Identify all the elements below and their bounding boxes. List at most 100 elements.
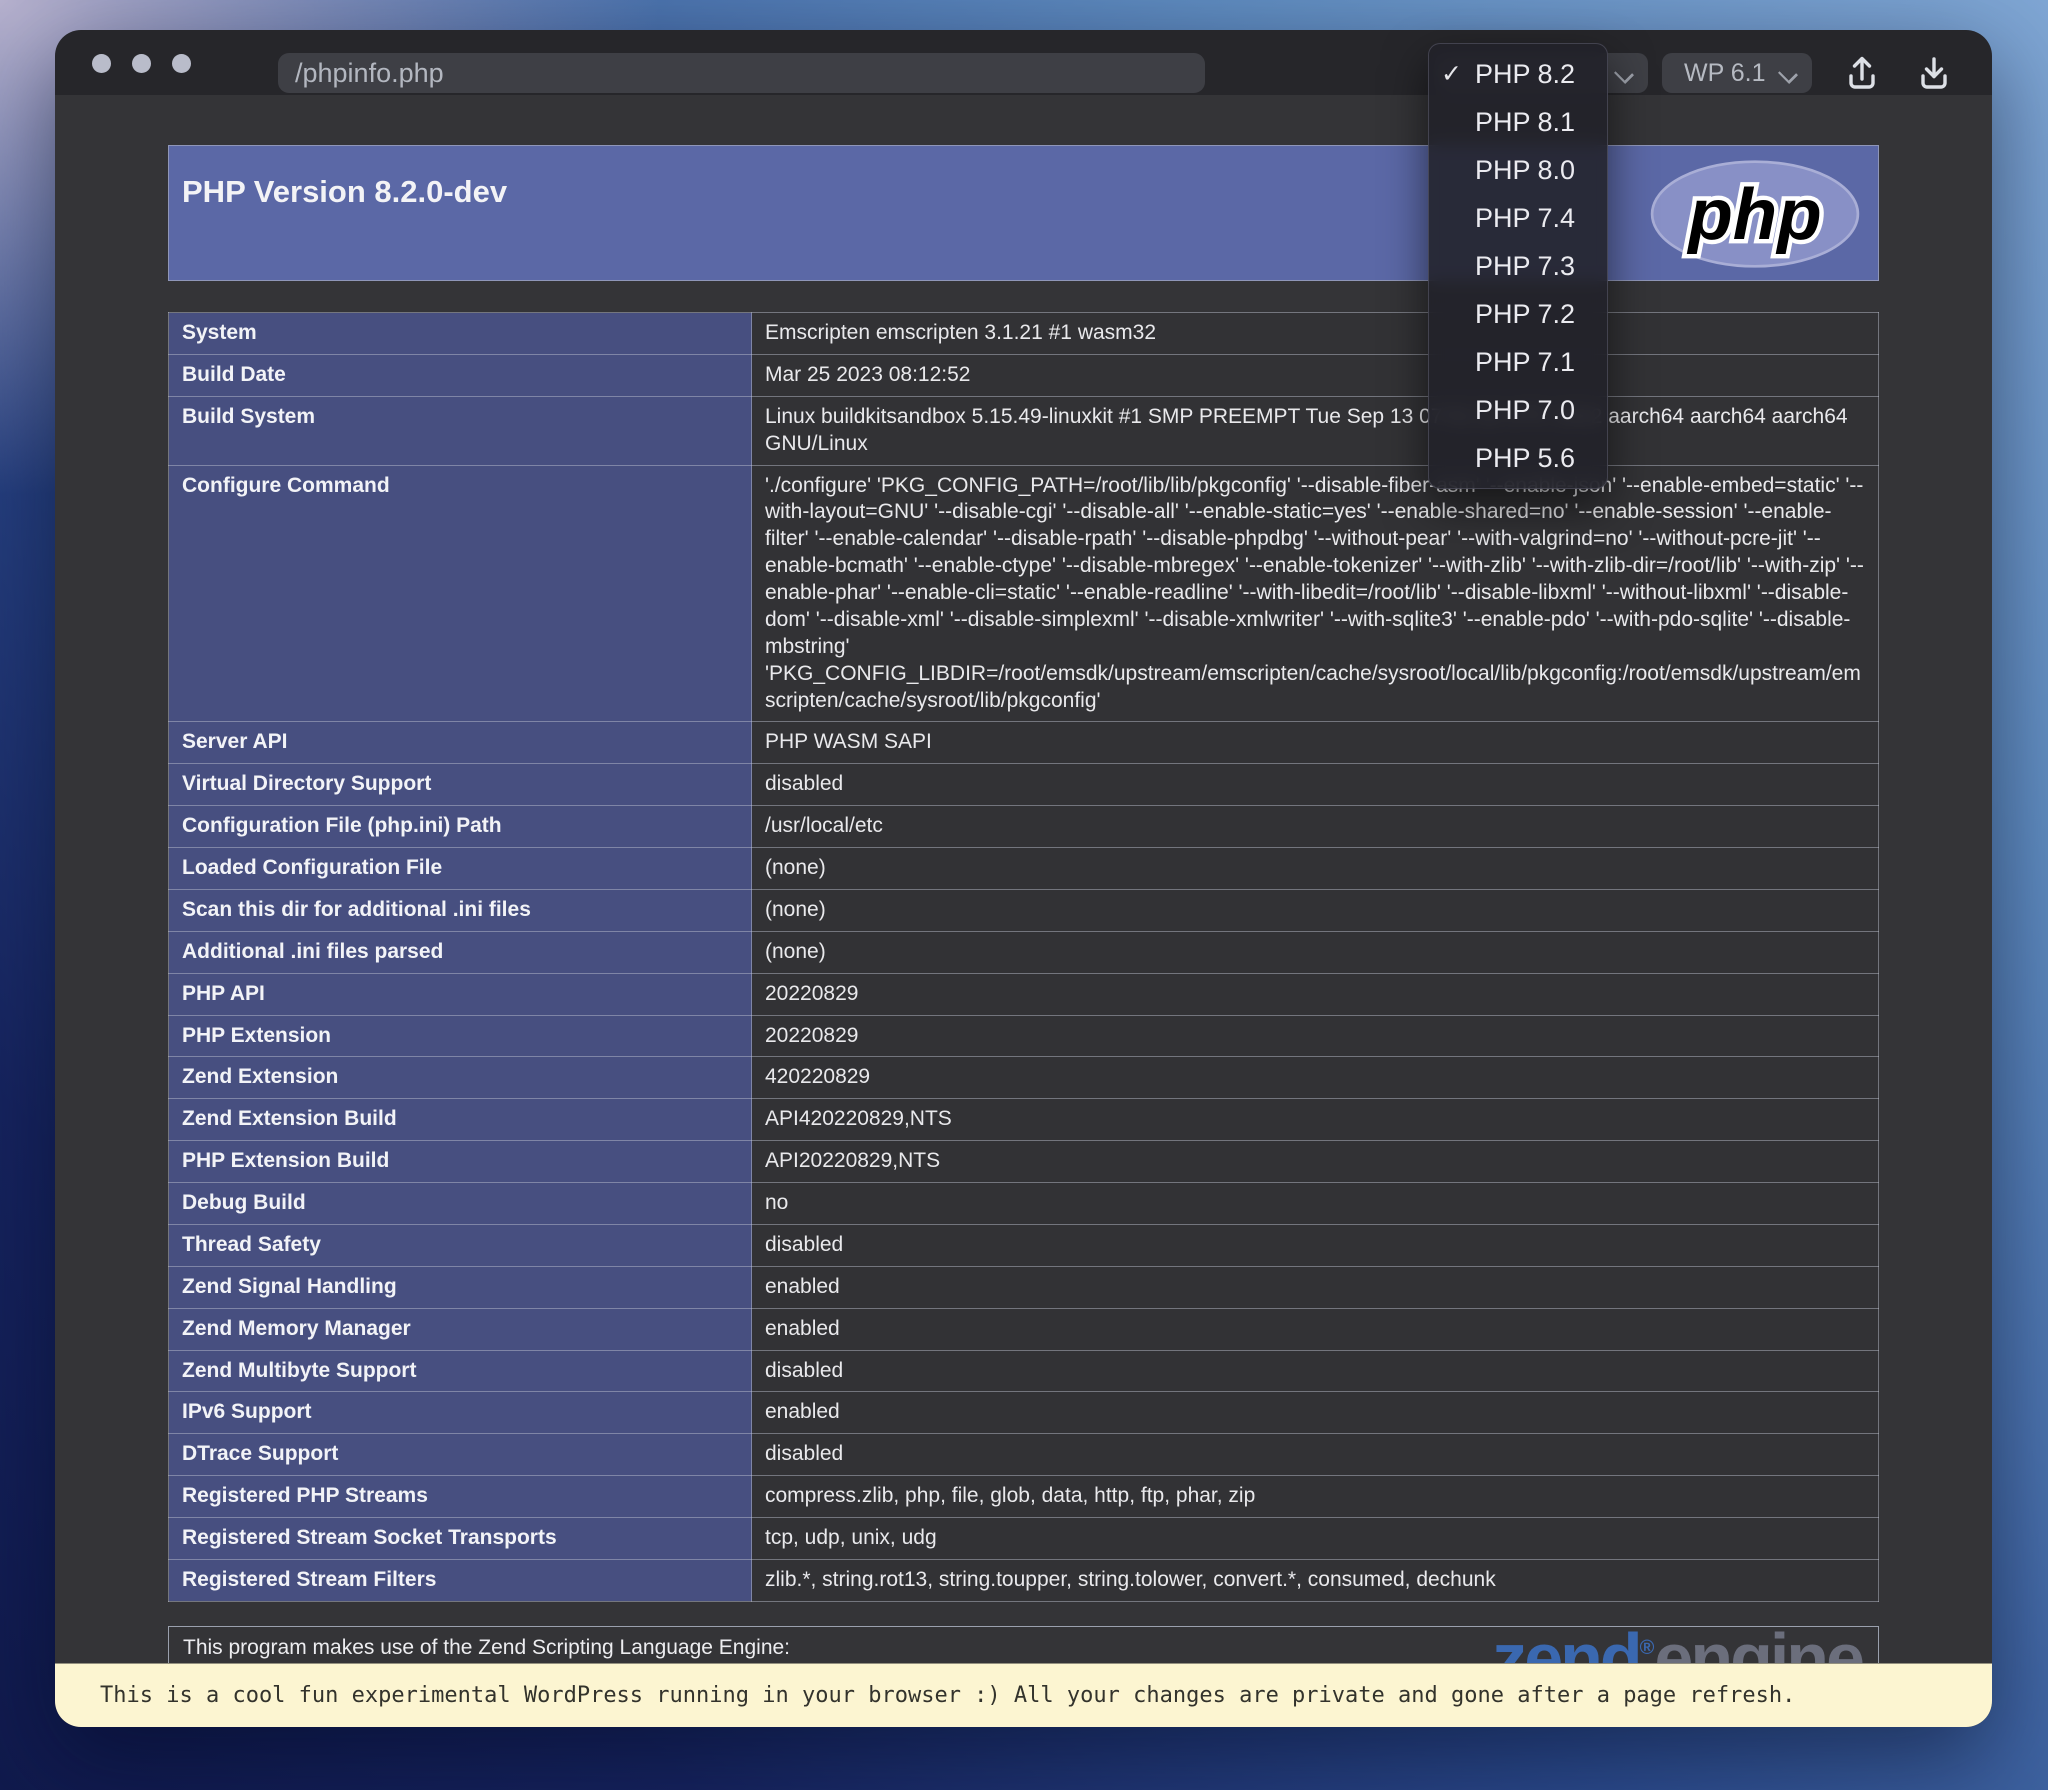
menu-item-label: PHP 5.6: [1475, 443, 1576, 473]
info-label: Configure Command: [168, 464, 752, 723]
table-row: Build Date Mar 25 2023 08:12:52: [168, 353, 1879, 397]
phpinfo-table: System Emscripten emscripten 3.1.21 #1 w…: [168, 312, 1879, 1602]
info-value: API20220829,NTS: [751, 1140, 1879, 1183]
menu-item-label: PHP 7.3: [1475, 251, 1576, 281]
table-row: PHP Extension Build API20220829,NTS: [168, 1140, 1879, 1183]
table-row: Configuration File (php.ini) Path /usr/l…: [168, 805, 1879, 848]
notice-text: This is a cool fun experimental WordPres…: [100, 1683, 1796, 1708]
phpinfo-page: PHP Version 8.2.0-dev php System Emscrip…: [55, 95, 1992, 1721]
zend-logo-registered: ®: [1639, 1636, 1655, 1659]
php-version-menu-item[interactable]: PHP 8.1: [1429, 98, 1607, 146]
table-row: Loaded Configuration File (none): [168, 847, 1879, 890]
menu-item-label: PHP 7.1: [1475, 347, 1576, 377]
php-version-menu-item[interactable]: ✓ PHP 8.2: [1429, 50, 1607, 98]
php-version-menu-item[interactable]: PHP 8.0: [1429, 146, 1607, 194]
download-button[interactable]: [1910, 50, 1958, 96]
table-row: Registered PHP Streams compress.zlib, ph…: [168, 1475, 1879, 1518]
table-row: Thread Safety disabled: [168, 1223, 1879, 1267]
table-row: PHP API 20220829: [168, 972, 1879, 1016]
info-label: System: [168, 312, 752, 355]
table-row: Zend Extension Build API420220829,NTS: [168, 1098, 1879, 1142]
menu-item-label: PHP 8.2: [1475, 59, 1576, 89]
info-label: IPv6 Support: [168, 1391, 752, 1435]
info-label: Zend Extension Build: [168, 1098, 752, 1142]
info-label: Registered Stream Socket Transports: [168, 1517, 752, 1560]
window-minimize-button[interactable]: [132, 54, 151, 73]
table-row: Zend Signal Handling enabled: [168, 1265, 1879, 1309]
info-label: Additional .ini files parsed: [168, 930, 752, 974]
upload-icon: [1849, 56, 1875, 89]
svg-text:php: php: [1686, 174, 1821, 255]
info-value: PHP WASM SAPI: [751, 721, 1879, 765]
desktop-background: /phpinfo.php WP 6.1 PHP Version 8.2.0-de…: [0, 0, 2048, 1790]
wp-version-label: WP 6.1: [1684, 59, 1766, 87]
info-value: 20220829: [751, 1014, 1879, 1058]
info-value: no: [751, 1182, 1879, 1225]
menu-item-label: PHP 7.0: [1475, 395, 1576, 425]
info-label: PHP Extension Build: [168, 1140, 752, 1183]
experimental-notice-banner: This is a cool fun experimental WordPres…: [55, 1663, 1992, 1727]
table-row: Configure Command './configure' 'PKG_CON…: [168, 464, 1879, 723]
info-label: Zend Extension: [168, 1056, 752, 1100]
info-value: Linux buildkitsandbox 5.15.49-linuxkit #…: [751, 395, 1879, 466]
info-value: Mar 25 2023 08:12:52: [751, 353, 1879, 397]
traffic-light-buttons: [92, 54, 191, 73]
info-value: enabled: [751, 1265, 1879, 1309]
php-version-menu-item[interactable]: PHP 7.1: [1429, 338, 1607, 386]
php-version-menu-item[interactable]: PHP 5.6: [1429, 434, 1607, 482]
upload-button[interactable]: [1838, 50, 1886, 96]
info-value: disabled: [751, 763, 1879, 807]
table-row: Scan this dir for additional .ini files …: [168, 888, 1879, 932]
wp-version-select[interactable]: WP 6.1: [1662, 53, 1812, 93]
info-label: DTrace Support: [168, 1433, 752, 1477]
info-label: Zend Multibyte Support: [168, 1349, 752, 1393]
table-row: Registered Stream Filters zlib.*, string…: [168, 1558, 1879, 1602]
php-version-menu-item[interactable]: PHP 7.0: [1429, 386, 1607, 434]
info-value: disabled: [751, 1223, 1879, 1267]
php-version-menu-item[interactable]: PHP 7.4: [1429, 194, 1607, 242]
info-value: tcp, udp, unix, udg: [751, 1517, 1879, 1560]
table-row: Build System Linux buildkitsandbox 5.15.…: [168, 395, 1879, 466]
checkmark-icon: ✓: [1441, 60, 1462, 88]
info-value: disabled: [751, 1433, 1879, 1477]
chevron-down-icon: [1613, 63, 1635, 85]
phpinfo-header: PHP Version 8.2.0-dev php: [168, 145, 1879, 281]
php-logo: php: [1650, 160, 1860, 268]
browser-toolbar: /phpinfo.php WP 6.1: [55, 30, 1992, 95]
info-label: Build System: [168, 395, 752, 466]
table-row: Virtual Directory Support disabled: [168, 763, 1879, 807]
info-label: Zend Memory Manager: [168, 1307, 752, 1351]
table-row: DTrace Support disabled: [168, 1433, 1879, 1477]
info-value: (none): [751, 888, 1879, 932]
php-version-menu: ✓ PHP 8.2 PHP 8.1 PHP 8.0 PHP 7.4 PHP 7.…: [1428, 43, 1608, 489]
info-value: compress.zlib, php, file, glob, data, ht…: [751, 1475, 1879, 1518]
php-version-menu-item[interactable]: PHP 7.2: [1429, 290, 1607, 338]
download-icon: [1921, 57, 1947, 89]
info-value: /usr/local/etc: [751, 805, 1879, 848]
table-row: Zend Extension 420220829: [168, 1056, 1879, 1100]
menu-item-label: PHP 8.1: [1475, 107, 1576, 137]
info-value: enabled: [751, 1391, 1879, 1435]
table-row: Zend Multibyte Support disabled: [168, 1349, 1879, 1393]
info-value: 20220829: [751, 972, 1879, 1016]
info-value: 420220829: [751, 1056, 1879, 1100]
table-row: Zend Memory Manager enabled: [168, 1307, 1879, 1351]
page-viewport: PHP Version 8.2.0-dev php System Emscrip…: [55, 95, 1992, 1727]
table-row: PHP Extension 20220829: [168, 1014, 1879, 1058]
window-zoom-button[interactable]: [172, 54, 191, 73]
info-label: Server API: [168, 721, 752, 765]
address-bar[interactable]: /phpinfo.php: [278, 53, 1205, 93]
php-version-menu-item[interactable]: PHP 7.3: [1429, 242, 1607, 290]
table-row: Registered Stream Socket Transports tcp,…: [168, 1517, 1879, 1560]
window-close-button[interactable]: [92, 54, 111, 73]
menu-item-label: PHP 7.4: [1475, 203, 1576, 233]
table-row: System Emscripten emscripten 3.1.21 #1 w…: [168, 312, 1879, 355]
table-row: IPv6 Support enabled: [168, 1391, 1879, 1435]
info-value: './configure' 'PKG_CONFIG_PATH=/root/lib…: [751, 464, 1879, 723]
table-row: Additional .ini files parsed (none): [168, 930, 1879, 974]
info-label: Registered Stream Filters: [168, 1558, 752, 1602]
info-label: Thread Safety: [168, 1223, 752, 1267]
info-label: Zend Signal Handling: [168, 1265, 752, 1309]
playground-window: /phpinfo.php WP 6.1 PHP Version 8.2.0-de…: [55, 30, 1992, 1727]
info-value: API420220829,NTS: [751, 1098, 1879, 1142]
